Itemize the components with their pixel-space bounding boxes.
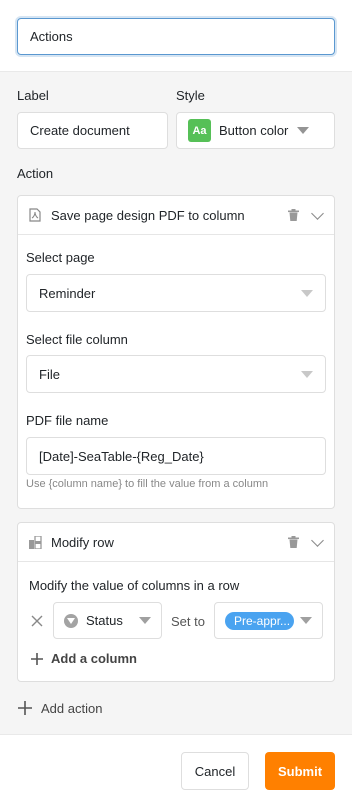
file-column-dropdown[interactable]: File xyxy=(26,355,326,393)
style-field-label: Style xyxy=(176,88,205,103)
pdf-name-value: [Date]-SeaTable-{Reg_Date} xyxy=(39,448,204,464)
label-input[interactable]: Create document xyxy=(17,112,168,149)
modify-row-description: Modify the value of columns in a row xyxy=(29,578,240,593)
add-action-button[interactable]: Add action xyxy=(17,700,102,716)
file-column-value: File xyxy=(39,366,60,382)
header-bar: Actions xyxy=(0,0,352,72)
pdf-name-hint: Use {column name} to fill the value from… xyxy=(26,478,269,490)
caret-down-icon xyxy=(301,370,313,378)
style-select[interactable]: Aa Button color xyxy=(176,112,335,149)
status-column-icon xyxy=(64,613,78,628)
close-icon[interactable] xyxy=(30,614,44,628)
chevron-down-icon[interactable] xyxy=(310,206,324,222)
column-select-value: Status xyxy=(86,613,123,628)
pdf-name-input[interactable]: [Date]-SeaTable-{Reg_Date} xyxy=(26,437,326,475)
action-title-value: Actions xyxy=(30,29,73,44)
trash-icon[interactable] xyxy=(286,535,300,549)
plus-icon xyxy=(17,700,33,716)
cancel-button[interactable]: Cancel xyxy=(181,752,249,790)
caret-down-icon xyxy=(300,617,312,624)
file-column-label: Select file column xyxy=(26,332,128,347)
add-column-button[interactable]: Add a column xyxy=(30,651,137,666)
pdf-icon xyxy=(28,208,42,222)
submit-button[interactable]: Submit xyxy=(265,752,335,790)
set-to-label: Set to xyxy=(171,614,205,629)
pdf-action-header[interactable]: Save page design PDF to column xyxy=(18,196,334,235)
option-pill: Pre-appr... xyxy=(225,611,294,630)
chevron-down-icon[interactable] xyxy=(310,533,324,549)
value-select[interactable]: Pre-appr... xyxy=(214,602,323,639)
select-page-label: Select page xyxy=(26,250,95,265)
caret-down-icon xyxy=(297,127,310,134)
caret-down-icon xyxy=(139,617,151,624)
select-page-dropdown[interactable]: Reminder xyxy=(26,274,326,312)
modify-row-title: Modify row xyxy=(51,534,114,550)
action-section-label: Action xyxy=(17,166,54,181)
action-title-input[interactable]: Actions xyxy=(17,18,335,55)
style-select-value: Button color xyxy=(219,123,289,138)
pdf-name-label: PDF file name xyxy=(26,413,109,428)
pdf-action-title: Save page design PDF to column xyxy=(51,207,245,223)
add-action-label: Add action xyxy=(41,700,103,716)
modify-row-header[interactable]: Modify row xyxy=(18,523,334,562)
trash-icon[interactable] xyxy=(286,208,300,222)
style-color-badge: Aa xyxy=(188,119,211,142)
label-field-label: Label xyxy=(17,88,49,103)
caret-down-icon xyxy=(301,289,313,297)
label-input-value: Create document xyxy=(30,123,130,138)
column-select[interactable]: Status xyxy=(53,602,162,639)
add-column-label: Add a column xyxy=(51,651,137,666)
select-page-value: Reminder xyxy=(39,285,96,301)
plus-icon xyxy=(30,652,44,666)
modify-row-icon xyxy=(28,535,42,549)
dialog-footer: Cancel Submit xyxy=(0,734,352,806)
